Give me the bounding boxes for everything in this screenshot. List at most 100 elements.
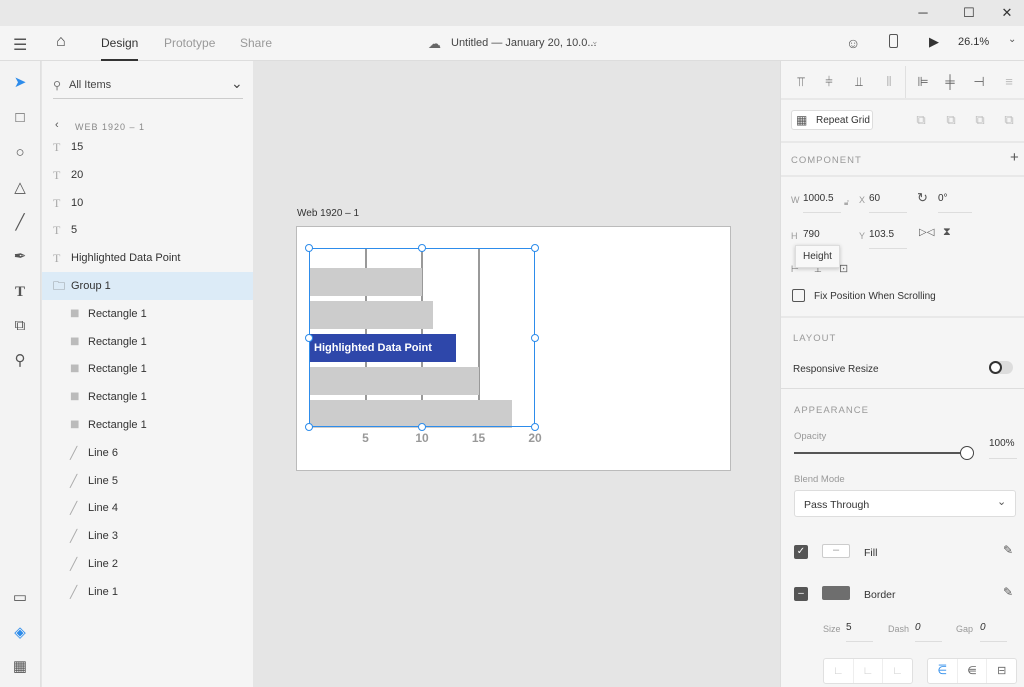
border-checkbox[interactable]: – (794, 587, 808, 601)
line-tool-icon[interactable]: ╱ (8, 211, 32, 235)
align-bottom-icon[interactable]: ⫫ (849, 74, 869, 90)
resize-handle[interactable] (305, 423, 313, 431)
hamburger-menu-icon[interactable]: ☰ (13, 35, 27, 55)
rotation-input[interactable]: 0° (938, 193, 948, 204)
text-tool-icon[interactable]: T (8, 280, 32, 304)
layer-item[interactable]: T5 (42, 216, 253, 244)
fix-position-checkbox[interactable] (792, 289, 805, 302)
width-input[interactable]: 1000.5 (803, 193, 834, 204)
layers-icon[interactable]: ◈ (8, 621, 32, 645)
border-color-swatch[interactable] (822, 586, 850, 600)
layer-item[interactable]: T Highlighted Data Point (42, 244, 253, 272)
miter-join-icon[interactable]: ∟ (824, 659, 853, 683)
artboard-label[interactable]: Web 1920 – 1 (297, 208, 359, 219)
boolean-add-icon[interactable]: ⧉ (911, 112, 931, 128)
outer-stroke-icon[interactable]: ⋹ (956, 659, 987, 683)
tab-design[interactable]: Design (101, 26, 139, 61)
align-center-icon[interactable]: ╪ (940, 74, 960, 89)
opacity-slider-thumb[interactable] (960, 446, 974, 460)
align-right-icon[interactable]: ⊣ (969, 74, 989, 90)
fill-color-swatch[interactable]: – (822, 544, 850, 558)
ellipse-tool-icon[interactable]: ○ (8, 141, 32, 165)
resize-handle[interactable] (305, 244, 313, 252)
layer-item[interactable]: T 10 (42, 189, 253, 217)
layer-item[interactable]: ■ Rectangle 1 (42, 328, 253, 356)
fill-checkbox[interactable]: ✓ (794, 545, 808, 559)
layer-filter[interactable]: All Items (69, 79, 111, 91)
constraint-center-icon[interactable]: ⊡ (839, 262, 848, 275)
select-tool-icon[interactable]: ➤ (8, 71, 32, 95)
y-input[interactable]: 103.5 (869, 229, 894, 240)
center-stroke-icon[interactable]: ⊟ (986, 659, 1016, 683)
chevron-down-icon[interactable]: ⌄ (1008, 34, 1016, 45)
zoom-level[interactable]: 26.1% (958, 36, 989, 48)
layer-item[interactable]: ■ Rectangle 1 (42, 383, 253, 411)
opacity-slider-track[interactable] (794, 452, 964, 454)
play-icon[interactable]: ▶ (929, 34, 939, 50)
boolean-exclude-icon[interactable]: ⧉ (999, 112, 1019, 128)
back-icon[interactable]: ‹ (55, 119, 59, 131)
distribute-horizontal-icon[interactable]: ≡ (999, 74, 1019, 89)
repeat-grid-button[interactable]: ▦ Repeat Grid (791, 110, 873, 130)
boolean-subtract-icon[interactable]: ⧉ (941, 112, 961, 128)
resize-handle[interactable] (531, 333, 539, 342)
opacity-input[interactable]: 100% (989, 438, 1015, 449)
align-left-icon[interactable]: ⊫ (913, 74, 933, 90)
zoom-tool-icon[interactable]: ⚲ (8, 349, 32, 373)
chevron-down-icon[interactable]: ⌄ (231, 75, 243, 92)
layer-item[interactable]: ╱ Line 3 (42, 522, 253, 550)
layer-item[interactable]: ■ Rectangle 1 (42, 411, 253, 439)
round-join-icon[interactable]: ∟ (852, 659, 883, 683)
bevel-join-icon[interactable]: ∟ (882, 659, 912, 683)
chevron-down-icon[interactable]: ⌄ (591, 36, 599, 47)
rectangle-tool-icon[interactable]: □ (8, 106, 32, 130)
layer-item[interactable]: ■ Rectangle 1 (42, 300, 253, 328)
height-input[interactable]: 790 (803, 229, 820, 240)
add-component-icon[interactable]: + (1010, 149, 1019, 166)
layer-item[interactable]: ╱ Line 4 (42, 494, 253, 522)
gap-input[interactable]: 0 (980, 622, 986, 633)
distribute-vertical-icon[interactable]: ⦀ (879, 74, 899, 90)
layer-item[interactable]: T 15 (42, 133, 253, 161)
layers-breadcrumb[interactable]: WEB 1920 – 1 (75, 122, 145, 132)
boolean-intersect-icon[interactable]: ⧉ (970, 112, 990, 128)
pen-tool-icon[interactable]: ✒ (8, 245, 32, 269)
layer-item[interactable]: ■ Rectangle 1 (42, 355, 253, 383)
layer-item[interactable]: 🗀︎ Group 1 (42, 272, 253, 300)
border-size-input[interactable]: 5 (846, 622, 852, 633)
eyedropper-icon[interactable]: ✎ (1003, 543, 1013, 557)
dash-input[interactable]: 0 (915, 622, 921, 633)
blend-mode-select[interactable]: Pass Through ⌄ (794, 490, 1016, 517)
resize-handle[interactable] (531, 244, 539, 252)
home-icon[interactable]: ⌂ (56, 33, 66, 51)
responsive-resize-toggle[interactable] (989, 361, 1013, 374)
user-icon[interactable]: ☺ (846, 35, 860, 51)
artboard-tool-icon[interactable]: ⧉ (8, 314, 32, 338)
layer-item[interactable]: T 20 (42, 161, 253, 189)
layer-item[interactable]: ╱ Line 5 (42, 467, 253, 495)
tab-prototype[interactable]: Prototype (164, 26, 215, 61)
align-middle-icon[interactable]: ⫩ (819, 74, 839, 90)
assets-icon[interactable]: ▭ (8, 586, 32, 610)
lock-aspect-icon[interactable]: 🔓︎ (844, 198, 849, 208)
minimize-button[interactable]: ─ (900, 0, 946, 26)
resize-handle[interactable] (531, 423, 539, 431)
mobile-preview-icon[interactable] (889, 34, 898, 48)
resize-handle[interactable] (305, 333, 313, 342)
tab-share[interactable]: Share (240, 26, 272, 61)
align-top-icon[interactable]: ⫪ (791, 74, 811, 90)
flip-vertical-icon[interactable]: ⧗ (943, 226, 951, 239)
x-input[interactable]: 60 (869, 193, 880, 204)
polygon-tool-icon[interactable]: △ (8, 176, 32, 200)
close-button[interactable]: ✕ (984, 0, 1024, 26)
eyedropper-icon[interactable]: ✎ (1003, 585, 1013, 599)
flip-horizontal-icon[interactable]: ▷◁ (919, 227, 934, 238)
document-title[interactable]: Untitled — January 20, 10.0... (451, 37, 597, 49)
inner-stroke-icon[interactable]: ⋶ (928, 659, 957, 683)
plugins-icon[interactable]: ▦ (8, 655, 32, 679)
layer-item[interactable]: ╱ Line 6 (42, 439, 253, 467)
resize-handle[interactable] (418, 423, 426, 431)
layer-item[interactable]: ╱ Line 2 (42, 550, 253, 578)
resize-handle[interactable] (418, 244, 426, 252)
layer-item[interactable]: ╱ Line 1 (42, 578, 253, 606)
